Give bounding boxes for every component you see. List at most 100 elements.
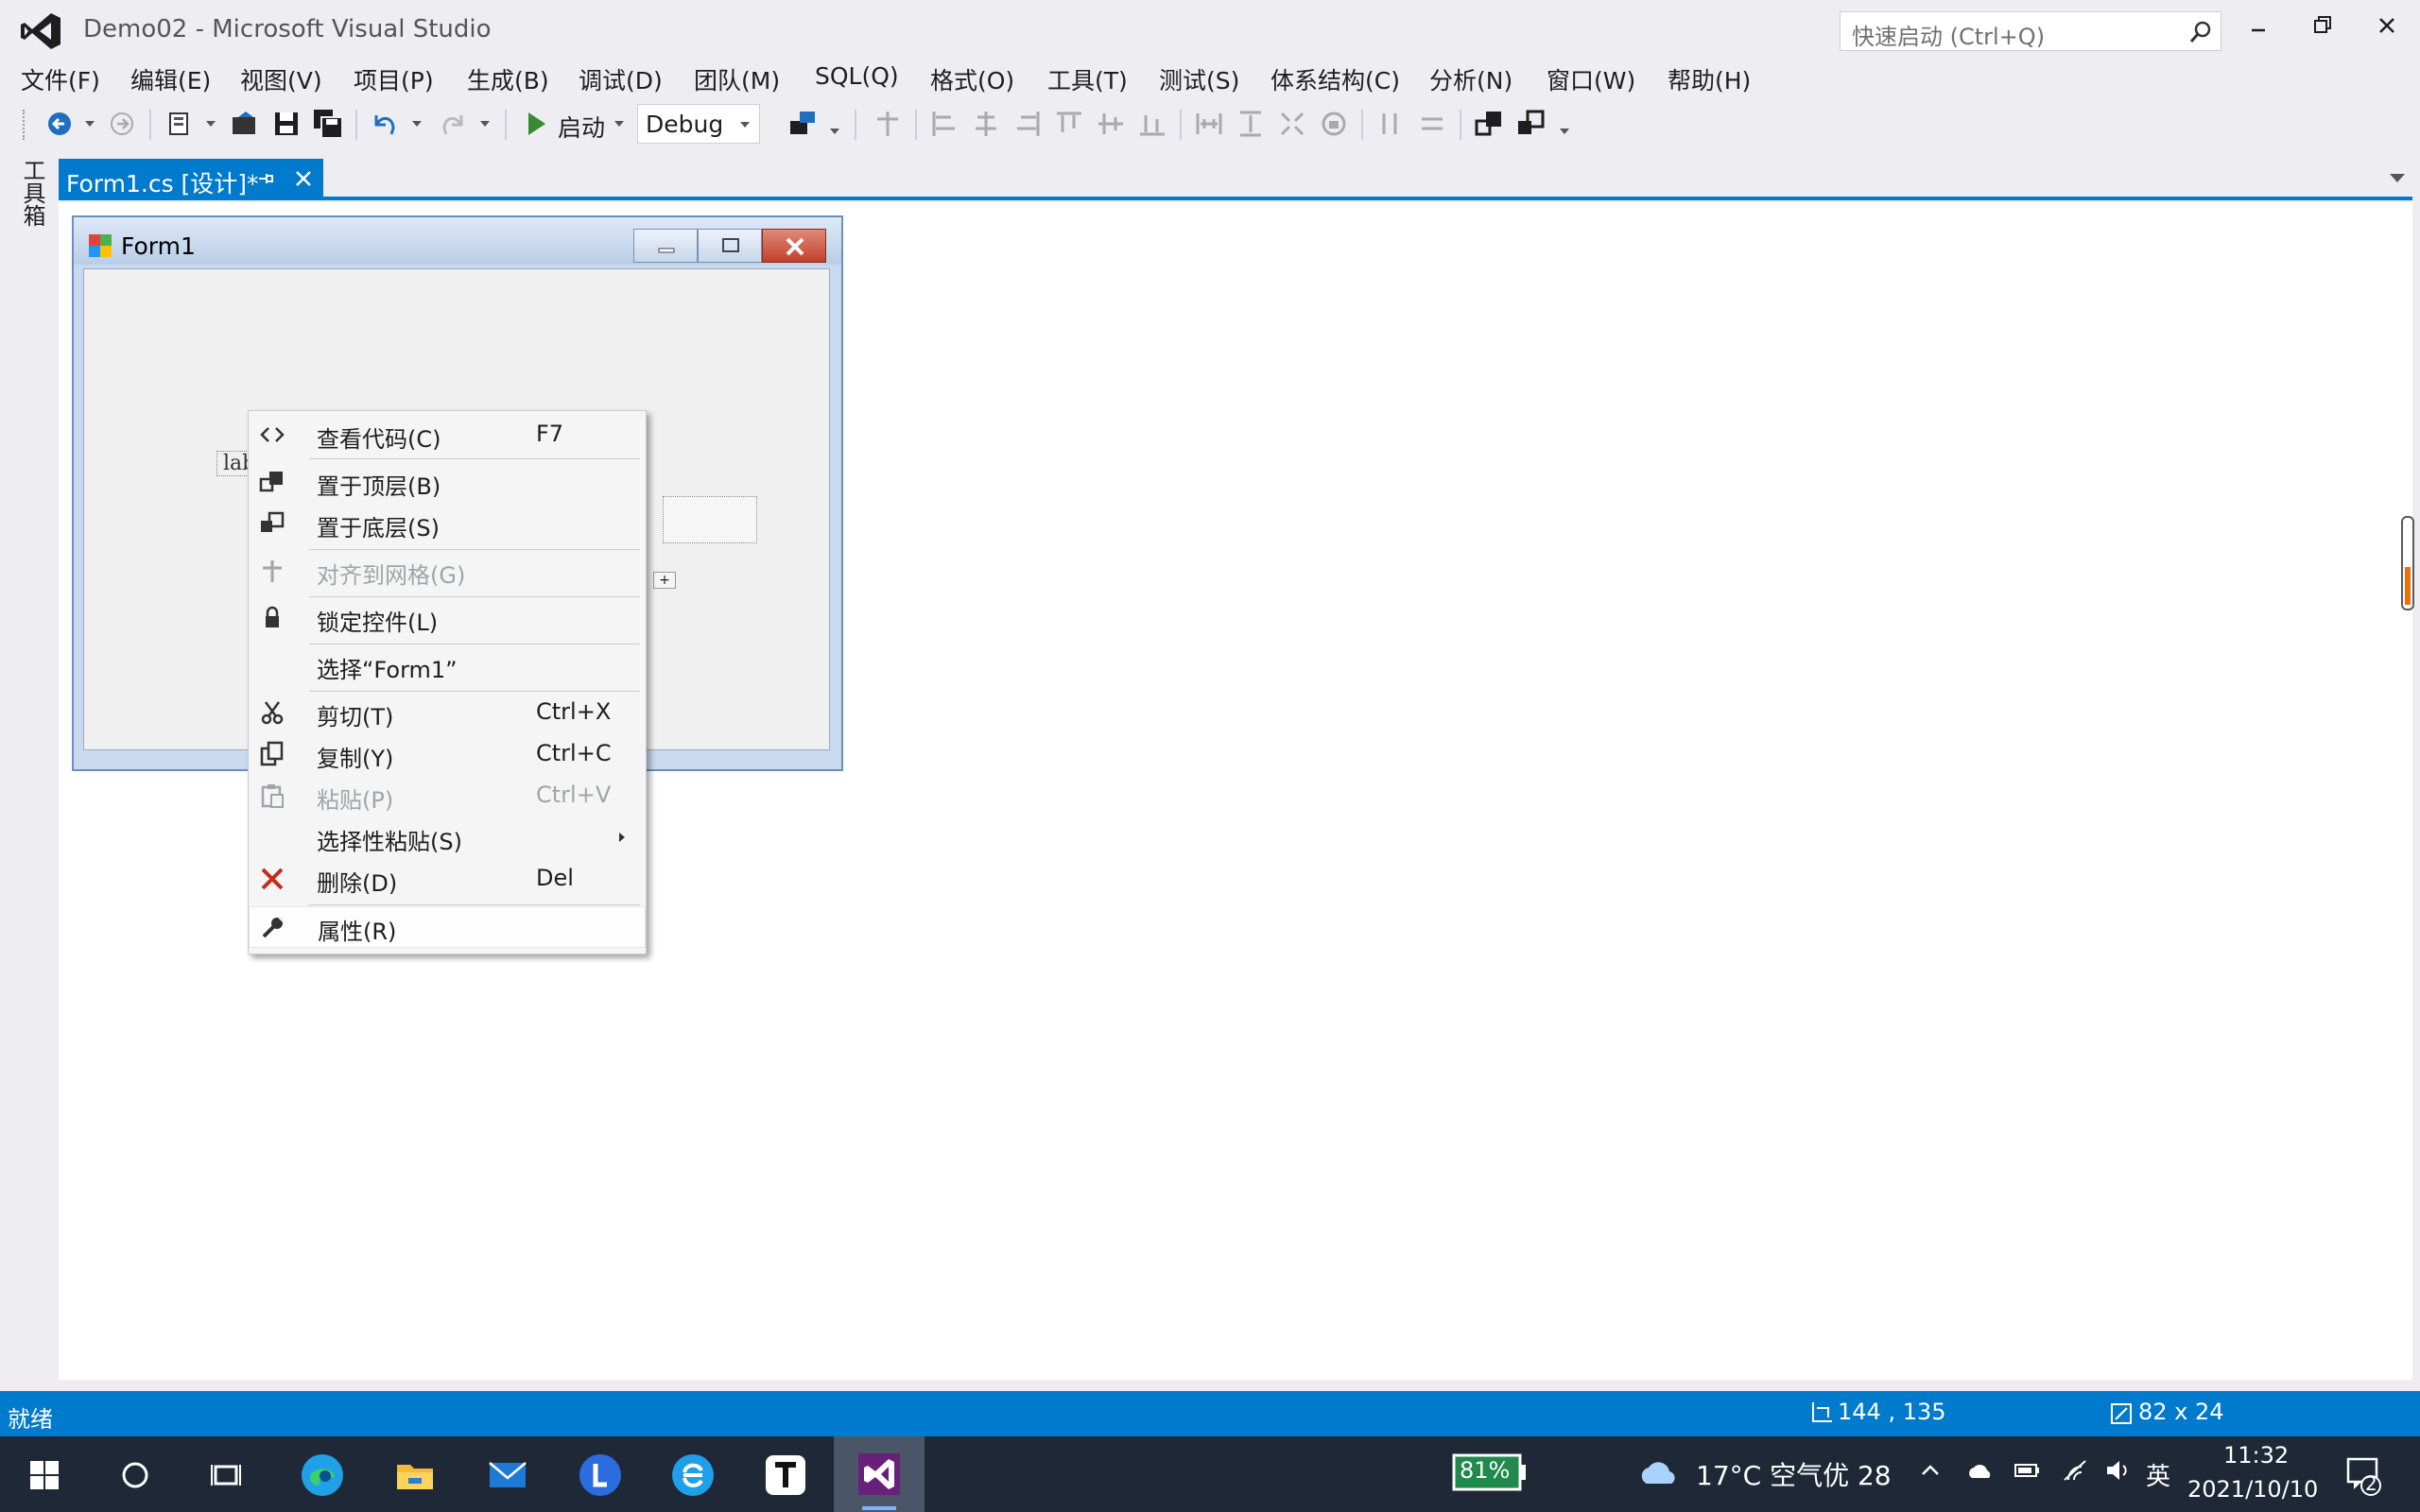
search-icon bbox=[2188, 20, 2213, 44]
weather-text[interactable]: 17°C 空气优 28 bbox=[1696, 1455, 1892, 1493]
menu-edit[interactable]: 编辑(E) bbox=[130, 62, 211, 96]
scroll-indicator-thumb[interactable] bbox=[2405, 567, 2411, 605]
make-same-height-icon[interactable] bbox=[1235, 108, 1267, 140]
toolbar-overflow-arrow[interactable] bbox=[830, 129, 839, 134]
control-resize-handle[interactable]: + bbox=[653, 572, 676, 589]
toolbar-grip[interactable] bbox=[23, 110, 25, 140]
align-middles-icon[interactable] bbox=[1095, 108, 1127, 140]
menu-build[interactable]: 生成(B) bbox=[467, 62, 549, 96]
close-window-button[interactable] bbox=[2363, 9, 2411, 43]
mail-icon[interactable] bbox=[482, 1450, 533, 1501]
menu-view[interactable]: 视图(V) bbox=[240, 62, 322, 96]
align-centers-icon[interactable] bbox=[970, 108, 1002, 140]
menu-item-lock-controls[interactable]: 锁定控件(L) bbox=[249, 598, 646, 640]
textbox-control[interactable] bbox=[663, 496, 757, 543]
browser-e-icon[interactable] bbox=[667, 1450, 718, 1501]
align-rights-icon[interactable] bbox=[1011, 108, 1044, 140]
close-tab-icon[interactable] bbox=[291, 166, 316, 191]
menu-item-view-code[interactable]: 查看代码(C) F7 bbox=[249, 415, 646, 456]
taskbar-active-app[interactable] bbox=[834, 1436, 925, 1512]
horizontal-spacing-icon[interactable] bbox=[1374, 108, 1407, 140]
form-maximize-button[interactable] bbox=[698, 229, 762, 263]
battery-indicator[interactable]: 81% bbox=[1452, 1452, 1530, 1493]
cloud-weather-icon[interactable] bbox=[1635, 1452, 1683, 1493]
menu-tools[interactable]: 工具(T) bbox=[1047, 62, 1128, 96]
menu-item-cut[interactable]: 剪切(T) Ctrl+X bbox=[249, 693, 646, 734]
windows-start-icon[interactable] bbox=[19, 1450, 70, 1501]
start-dropdown-arrow[interactable] bbox=[614, 121, 624, 127]
menu-window[interactable]: 窗口(W) bbox=[1547, 62, 1635, 96]
size-to-grid-icon[interactable] bbox=[1276, 108, 1308, 140]
menu-item-properties[interactable]: 属性(R) bbox=[249, 906, 646, 948]
attach-process-icon[interactable] bbox=[786, 108, 819, 140]
quick-launch-input[interactable]: 快速启动 (Ctrl+Q) bbox=[1840, 11, 2221, 51]
ime-indicator[interactable]: 英 bbox=[2146, 1457, 2170, 1492]
task-view-icon[interactable] bbox=[200, 1450, 251, 1501]
toolbar-overflow-arrow[interactable] bbox=[1560, 129, 1569, 134]
file-explorer-icon[interactable] bbox=[389, 1450, 441, 1501]
save-icon[interactable] bbox=[270, 108, 302, 140]
tab-form1-designer[interactable]: Form1.cs [设计]* bbox=[59, 159, 323, 198]
align-bottoms-icon[interactable] bbox=[1136, 108, 1168, 140]
solution-configuration-select[interactable]: Debug bbox=[637, 104, 760, 144]
open-file-icon[interactable] bbox=[229, 108, 261, 140]
menu-item-delete[interactable]: 删除(D) Del bbox=[249, 859, 646, 901]
pin-icon[interactable] bbox=[255, 168, 276, 189]
menu-item-paste[interactable]: 粘贴(P) Ctrl+V bbox=[249, 776, 646, 817]
menu-item-bring-to-front[interactable]: 置于顶层(B) bbox=[249, 462, 646, 504]
clock-date[interactable]: 2021/10/10 bbox=[2187, 1476, 2318, 1503]
restore-button[interactable] bbox=[2299, 9, 2346, 43]
lock-controls-toolbar-icon[interactable] bbox=[1318, 108, 1350, 140]
menu-format[interactable]: 格式(O) bbox=[930, 62, 1014, 96]
minimize-button[interactable] bbox=[2235, 9, 2282, 43]
new-project-icon[interactable] bbox=[164, 108, 197, 140]
menu-architecture[interactable]: 体系结构(C) bbox=[1270, 62, 1400, 96]
menu-help[interactable]: 帮助(H) bbox=[1668, 62, 1751, 96]
navigate-back-icon[interactable] bbox=[43, 108, 76, 140]
form-minimize-button[interactable] bbox=[633, 229, 698, 263]
vertical-spacing-icon[interactable] bbox=[1416, 108, 1448, 140]
menu-item-copy[interactable]: 复制(Y) Ctrl+C bbox=[249, 734, 646, 776]
back-dropdown-arrow[interactable] bbox=[85, 121, 95, 127]
navigate-forward-icon[interactable] bbox=[106, 108, 138, 140]
undo-dropdown-arrow[interactable] bbox=[412, 121, 422, 127]
menu-item-select-form1[interactable]: 选择“Form1” bbox=[249, 645, 646, 687]
menu-debug[interactable]: 调试(D) bbox=[579, 62, 663, 96]
new-project-dropdown-arrow[interactable] bbox=[206, 121, 216, 127]
send-to-back-toolbar-icon[interactable] bbox=[1514, 108, 1547, 140]
redo-dropdown-arrow[interactable] bbox=[480, 121, 490, 127]
align-to-grid-toolbar-icon[interactable] bbox=[872, 108, 904, 140]
form-close-button[interactable] bbox=[762, 229, 826, 263]
align-lefts-icon[interactable] bbox=[928, 108, 960, 140]
menu-project[interactable]: 项目(P) bbox=[354, 62, 434, 96]
menu-team[interactable]: 团队(M) bbox=[694, 62, 780, 96]
chevron-up-icon[interactable] bbox=[1919, 1459, 1942, 1482]
wifi-icon[interactable] bbox=[2061, 1457, 2089, 1484]
menu-item-align-to-grid[interactable]: 对齐到网格(G) bbox=[249, 551, 646, 593]
redo-icon[interactable] bbox=[437, 108, 469, 140]
bring-to-front-toolbar-icon[interactable] bbox=[1473, 108, 1505, 140]
menu-item-send-to-back[interactable]: 置于底层(S) bbox=[249, 504, 646, 545]
start-debugging-icon[interactable] bbox=[520, 108, 552, 140]
align-tops-icon[interactable] bbox=[1053, 108, 1085, 140]
battery-tray-icon[interactable] bbox=[2014, 1459, 2042, 1482]
menu-item-paste-special[interactable]: 选择性粘贴(S) bbox=[249, 817, 646, 859]
typora-icon[interactable] bbox=[760, 1450, 811, 1501]
save-all-icon[interactable] bbox=[312, 108, 344, 140]
undo-icon[interactable] bbox=[369, 108, 401, 140]
start-button-label[interactable]: 启动 bbox=[558, 110, 605, 144]
search-circle-icon[interactable] bbox=[110, 1450, 161, 1501]
edge-browser-icon[interactable] bbox=[297, 1450, 348, 1501]
onedrive-icon[interactable] bbox=[1966, 1459, 1995, 1482]
menu-test[interactable]: 测试(S) bbox=[1159, 62, 1239, 96]
clock-time[interactable]: 11:32 bbox=[2223, 1442, 2289, 1469]
notification-center-icon[interactable]: 2 bbox=[2341, 1452, 2388, 1499]
menu-file[interactable]: 文件(F) bbox=[21, 62, 100, 96]
menu-sql[interactable]: SQL(Q) bbox=[815, 62, 899, 90]
toolbox-side-tab[interactable]: 工具箱 bbox=[0, 151, 59, 1380]
l-app-icon[interactable] bbox=[575, 1450, 626, 1501]
make-same-width-icon[interactable] bbox=[1193, 108, 1225, 140]
volume-icon[interactable] bbox=[2104, 1457, 2133, 1484]
menu-analyze[interactable]: 分析(N) bbox=[1429, 62, 1512, 96]
tab-list-dropdown-icon[interactable] bbox=[2390, 174, 2405, 182]
